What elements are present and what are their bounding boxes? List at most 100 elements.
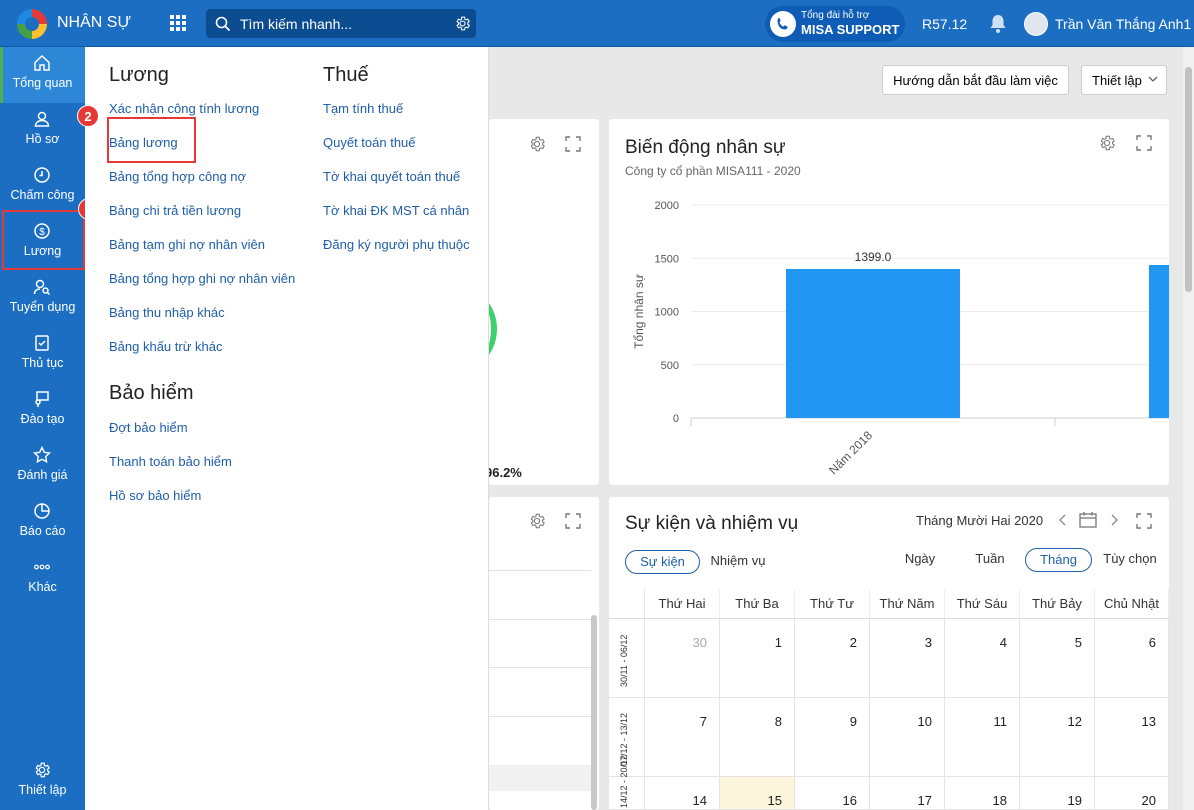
sidebar-item-settings[interactable]: Thiết lập	[0, 754, 85, 810]
menu-item-other-income[interactable]: Bảng thu nhập khác	[109, 305, 225, 320]
calendar-day[interactable]: 16	[795, 777, 870, 810]
menu-item-salary-payment[interactable]: Bảng chi trả tiền lương	[109, 203, 241, 218]
calendar-day[interactable]: 20	[1095, 777, 1169, 810]
weekday-header: Thứ Sáu	[945, 589, 1020, 619]
view-week[interactable]: Tuần	[965, 548, 1015, 572]
sidebar-item-overview[interactable]: Tổng quan	[0, 47, 85, 103]
view-month[interactable]: Tháng	[1025, 548, 1092, 572]
setup-dropdown[interactable]: Thiết lập	[1081, 65, 1167, 95]
calendar-day[interactable]: 30	[645, 619, 720, 698]
calendar-day[interactable]: 14	[645, 777, 720, 810]
gear-icon	[33, 761, 51, 779]
calendar-day[interactable]: 3	[870, 619, 945, 698]
calendar-day[interactable]: 4	[945, 619, 1020, 698]
expand-icon[interactable]	[1136, 135, 1152, 151]
sidebar-item-procedures[interactable]: Thủ tục	[0, 327, 85, 383]
calendar-day[interactable]: 8	[720, 698, 795, 777]
home-icon	[33, 54, 51, 72]
chevron-left-icon[interactable]	[1058, 514, 1068, 526]
calendar-day[interactable]: 17	[870, 777, 945, 810]
expand-icon[interactable]	[565, 513, 581, 529]
expand-icon[interactable]	[565, 136, 581, 152]
recruit-icon	[33, 278, 51, 296]
calendar-day[interactable]: 10	[870, 698, 945, 777]
search-input[interactable]	[240, 15, 440, 33]
user-name[interactable]: Trần Văn Thắng Anh1	[1055, 16, 1191, 32]
menu-item-employee-debt[interactable]: Bảng tạm ghi nợ nhân viên	[109, 237, 265, 252]
menu-item-debt-summary[interactable]: Bảng tổng hợp công nợ	[109, 169, 246, 184]
sidebar-item-evaluation[interactable]: Đánh giá	[0, 439, 85, 495]
expand-icon[interactable]	[1136, 513, 1152, 529]
search-icon	[215, 16, 231, 32]
menu-item-other-deductions[interactable]: Bảng khấu trừ khác	[109, 339, 223, 354]
calendar-day[interactable]: 6	[1095, 619, 1169, 698]
weekday-header: Thứ Hai	[645, 589, 720, 619]
week-label: 14/12 - 20/12	[609, 755, 645, 810]
view-day[interactable]: Ngày	[895, 548, 945, 572]
menu-item-insurance-period[interactable]: Đợt bảo hiểm	[109, 420, 188, 435]
sidebar-item-training[interactable]: Đào tạo	[0, 383, 85, 439]
top-bar: NHÂN SỰ Tổng đài hỗ trợ MISA SUPPORT R57…	[0, 0, 1194, 47]
calendar-day-today[interactable]: 15	[720, 777, 795, 810]
bar-data-label: 1399.0	[855, 250, 892, 264]
card-settings-icon[interactable]	[528, 512, 546, 530]
getting-started-button[interactable]: Hướng dẫn bắt đầu làm việc	[882, 65, 1069, 95]
calendar-day[interactable]: 18	[945, 777, 1020, 810]
sidebar-item-more[interactable]: Khác	[0, 551, 85, 607]
pie-icon	[33, 502, 51, 520]
card-subtitle: Công ty cổ phần MISA111 - 2020	[625, 164, 801, 178]
app-name[interactable]: NHÂN SỰ	[57, 14, 131, 32]
calendar-day[interactable]: 1	[720, 619, 795, 698]
view-custom[interactable]: Tùy chọn	[1097, 548, 1163, 572]
misa-logo[interactable]	[17, 9, 47, 39]
menu-item-insurance-payment[interactable]: Thanh toán bảo hiểm	[109, 454, 232, 469]
search-settings-icon[interactable]	[454, 15, 471, 32]
page-scrollbar[interactable]	[1183, 47, 1194, 810]
menu-item-tax-finalization-declaration[interactable]: Tờ khai quyết toán thuế	[323, 169, 460, 184]
training-icon	[33, 390, 51, 408]
support-hotline-label: Tổng đài hỗ trợ	[801, 10, 870, 21]
menu-item-tax-estimate[interactable]: Tạm tính thuế	[323, 101, 403, 116]
calendar-day[interactable]: 5	[1020, 619, 1095, 698]
support-name: MISA SUPPORT	[801, 22, 900, 37]
sidebar-item-profile[interactable]: Hồ sơ	[0, 103, 85, 159]
calendar-day[interactable]: 13	[1095, 698, 1169, 777]
version-label: R57.12	[922, 16, 968, 32]
sidebar-item-recruitment[interactable]: Tuyển dụng	[0, 271, 85, 327]
calendar-day[interactable]: 19	[1020, 777, 1095, 810]
chevron-down-icon	[1148, 76, 1158, 83]
menu-item-insurance-records[interactable]: Hồ sơ bảo hiểm	[109, 488, 201, 503]
card-settings-icon[interactable]	[528, 135, 546, 153]
calendar-day[interactable]: 7	[645, 698, 720, 777]
bar	[1149, 265, 1169, 418]
misa-support-button[interactable]: Tổng đài hỗ trợ MISA SUPPORT	[765, 6, 905, 42]
menu-item-dependents[interactable]: Đăng ký người phụ thuộc	[323, 237, 470, 252]
sidebar-item-label: Tổng quan	[12, 76, 73, 90]
calendar-day[interactable]: 11	[945, 698, 1020, 777]
menu-item-confirm-timesheet[interactable]: Xác nhận công tính lương	[109, 101, 259, 116]
menu-item-tax-finalization[interactable]: Quyết toán thuế	[323, 135, 416, 150]
calendar-icon[interactable]	[1079, 511, 1097, 528]
apps-grid-icon[interactable]	[170, 15, 186, 31]
card-settings-icon[interactable]	[1098, 134, 1116, 152]
calendar-day[interactable]: 2	[795, 619, 870, 698]
sidebar-item-reports[interactable]: Báo cáo	[0, 495, 85, 551]
menu-item-personal-tax-code[interactable]: Tờ khai ĐK MST cá nhân	[323, 203, 469, 218]
avatar[interactable]	[1024, 12, 1048, 36]
bell-icon[interactable]	[988, 13, 1008, 34]
week-label: 30/11 - 06/12	[609, 619, 645, 698]
divider	[489, 570, 591, 571]
chevron-right-icon[interactable]	[1109, 514, 1119, 526]
scrollbar[interactable]	[591, 615, 597, 810]
sidebar-item-label: Khác	[28, 580, 57, 594]
tab-tasks[interactable]: Nhiệm vụ	[703, 550, 773, 574]
calendar-day[interactable]: 12	[1020, 698, 1095, 777]
menu-item-employee-debt-summary[interactable]: Bảng tổng hợp ghi nợ nhân viên	[109, 271, 295, 286]
scrollbar-thumb[interactable]	[1185, 67, 1192, 292]
more-icon	[33, 558, 51, 576]
sidebar-item-timekeeping[interactable]: Chấm công	[0, 159, 85, 215]
sidebar-item-label: Hồ sơ	[25, 132, 60, 146]
tab-events[interactable]: Sự kiện	[625, 550, 700, 574]
calendar-day[interactable]: 9	[795, 698, 870, 777]
menu-section-insurance: Bảo hiểm	[109, 382, 194, 404]
